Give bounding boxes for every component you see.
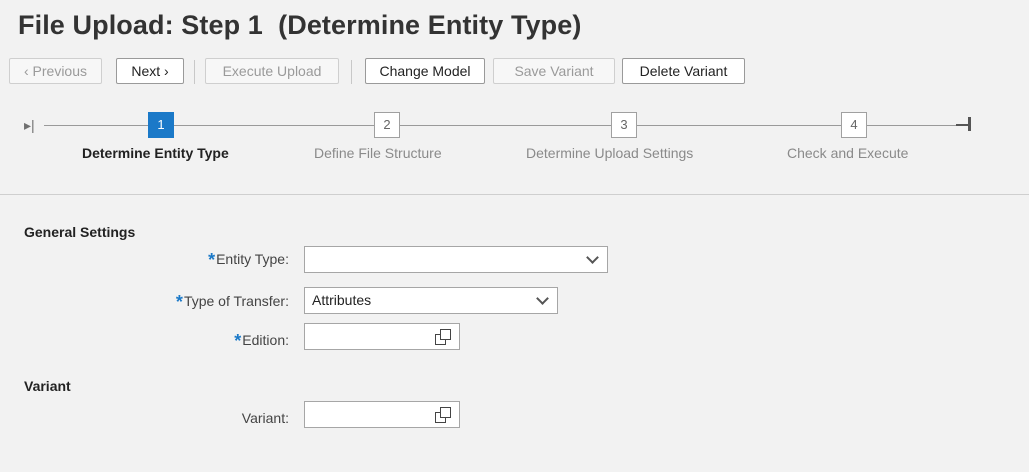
toolbar-separator	[194, 60, 195, 84]
roadmap-step-1-label[interactable]: Determine Entity Type	[82, 145, 229, 161]
delete-variant-button[interactable]: Delete Variant	[622, 58, 745, 84]
roadmap-step-2[interactable]: 2	[374, 112, 400, 138]
header: File Upload: Step 1 (Determine Entity Ty…	[0, 0, 1029, 94]
value-help-icon[interactable]	[435, 329, 451, 345]
roadmap-step-4[interactable]: 4	[841, 112, 867, 138]
general-settings-heading: General Settings	[24, 224, 136, 240]
change-model-button[interactable]: Change Model	[365, 58, 485, 84]
entity-type-label: *Entity Type:	[208, 250, 289, 270]
roadmap-step-3-label[interactable]: Determine Upload Settings	[526, 145, 693, 161]
previous-button[interactable]: ‹ Previous	[9, 58, 102, 84]
roadmap-step-2-label[interactable]: Define File Structure	[314, 145, 442, 161]
type-of-transfer-label: *Type of Transfer:	[175, 292, 289, 312]
next-button[interactable]: Next ›	[116, 58, 184, 84]
page-title: File Upload: Step 1 (Determine Entity Ty…	[18, 10, 582, 40]
edition-label: *Edition:	[234, 331, 289, 351]
roadmap: ▸| 1 2 3 4 Determine Entity Type Define …	[0, 94, 1029, 195]
toolbar-separator	[351, 60, 352, 84]
type-of-transfer-dropdown[interactable]: Attributes	[304, 287, 558, 314]
save-variant-button[interactable]: Save Variant	[493, 58, 615, 84]
execute-upload-button[interactable]: Execute Upload	[205, 58, 339, 84]
roadmap-step-4-label[interactable]: Check and Execute	[787, 145, 908, 161]
page: File Upload: Step 1 (Determine Entity Ty…	[0, 0, 1029, 472]
edition-input[interactable]	[304, 323, 460, 350]
roadmap-connector	[400, 125, 611, 126]
variant-input[interactable]	[304, 401, 460, 428]
roadmap-start-icon: ▸|	[24, 117, 35, 133]
chevron-down-icon	[536, 292, 549, 305]
roadmap-connector	[867, 125, 956, 126]
roadmap-connector	[637, 125, 841, 126]
required-asterisk: *	[175, 292, 183, 312]
chevron-down-icon	[586, 251, 599, 264]
variant-heading: Variant	[24, 378, 71, 394]
roadmap-step-1[interactable]: 1	[148, 112, 174, 138]
required-asterisk: *	[234, 331, 242, 351]
form-area: General Settings *Entity Type: *Type of …	[0, 200, 1029, 472]
roadmap-connector	[44, 125, 148, 126]
roadmap-end-icon	[956, 116, 974, 134]
required-asterisk: *	[208, 250, 216, 270]
roadmap-connector	[174, 125, 374, 126]
variant-label: Variant:	[241, 410, 289, 426]
value-help-icon[interactable]	[435, 407, 451, 423]
roadmap-step-3[interactable]: 3	[611, 112, 637, 138]
entity-type-dropdown[interactable]	[304, 246, 608, 273]
